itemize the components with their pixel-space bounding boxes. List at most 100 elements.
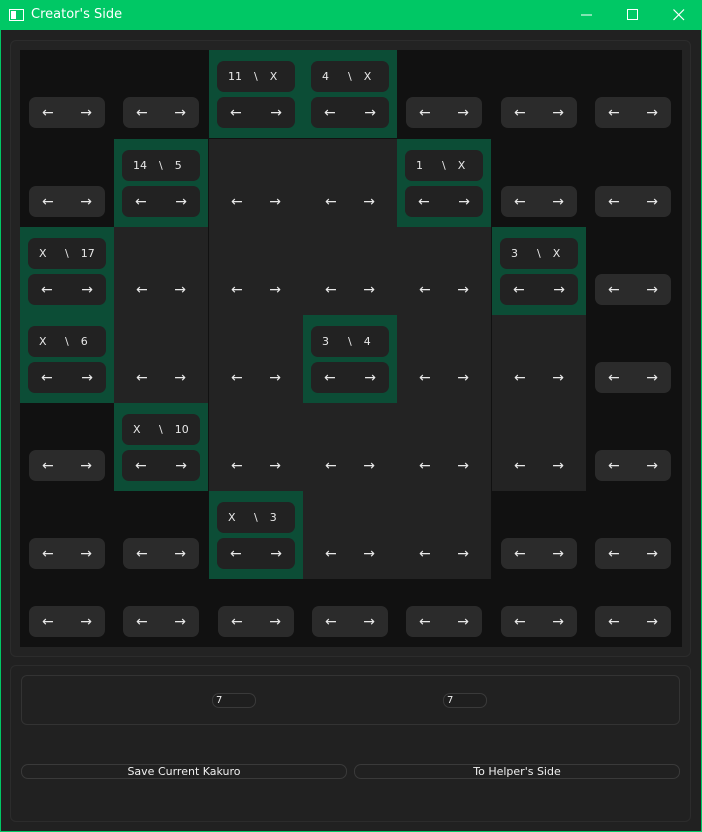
clue-values-button[interactable]: 4 \ X bbox=[311, 61, 389, 92]
columns-spinbox[interactable]: 7 bbox=[443, 693, 487, 708]
to-helper-side-button[interactable]: To Helper's Side bbox=[354, 764, 680, 779]
arrow-right-icon[interactable]: → bbox=[80, 458, 92, 474]
clue-values-button[interactable]: 11 \ X bbox=[217, 61, 295, 92]
arrow-right-icon[interactable]: → bbox=[269, 194, 281, 210]
clue-values-button[interactable]: 1 \ X bbox=[405, 150, 483, 181]
cell-type-switcher[interactable]: ← → bbox=[312, 186, 388, 217]
arrow-left-icon[interactable]: ← bbox=[325, 194, 337, 210]
cell-type-switcher[interactable]: ← → bbox=[218, 274, 294, 305]
arrow-left-icon[interactable]: ← bbox=[608, 105, 620, 121]
cell-type-switcher[interactable]: ← → bbox=[29, 186, 105, 217]
arrow-right-icon[interactable]: → bbox=[457, 458, 469, 474]
arrow-left-icon[interactable]: ← bbox=[136, 546, 148, 562]
cell-type-switcher[interactable]: ← → bbox=[218, 362, 294, 393]
arrow-left-icon[interactable]: ← bbox=[231, 614, 243, 630]
cell-type-switcher[interactable]: ← → bbox=[312, 450, 388, 481]
arrow-left-icon[interactable]: ← bbox=[418, 194, 430, 210]
minimize-button[interactable] bbox=[564, 0, 610, 30]
arrow-right-icon[interactable]: → bbox=[646, 194, 658, 210]
arrow-left-icon[interactable]: ← bbox=[513, 282, 525, 298]
arrow-left-icon[interactable]: ← bbox=[231, 458, 243, 474]
cell-type-switcher[interactable]: ← → bbox=[28, 274, 106, 305]
maximize-button[interactable] bbox=[610, 0, 656, 30]
arrow-right-icon[interactable]: → bbox=[269, 282, 281, 298]
arrow-left-icon[interactable]: ← bbox=[42, 194, 54, 210]
arrow-left-icon[interactable]: ← bbox=[42, 105, 54, 121]
arrow-left-icon[interactable]: ← bbox=[514, 194, 526, 210]
arrow-left-icon[interactable]: ← bbox=[42, 614, 54, 630]
cell-type-switcher[interactable]: ← → bbox=[595, 538, 671, 569]
arrow-left-icon[interactable]: ← bbox=[419, 370, 431, 386]
arrow-right-icon[interactable]: → bbox=[552, 370, 564, 386]
cell-type-switcher[interactable]: ← → bbox=[406, 274, 482, 305]
cell-type-switcher[interactable]: ← → bbox=[28, 362, 106, 393]
arrow-left-icon[interactable]: ← bbox=[135, 458, 147, 474]
arrow-left-icon[interactable]: ← bbox=[608, 614, 620, 630]
cell-type-switcher[interactable]: ← → bbox=[312, 606, 388, 637]
arrow-right-icon[interactable]: → bbox=[269, 614, 281, 630]
arrow-right-icon[interactable]: → bbox=[363, 614, 375, 630]
arrow-left-icon[interactable]: ← bbox=[514, 546, 526, 562]
cell-type-switcher[interactable]: ← → bbox=[29, 538, 105, 569]
cell-type-switcher[interactable]: ← → bbox=[501, 538, 577, 569]
arrow-right-icon[interactable]: → bbox=[646, 546, 658, 562]
cell-type-switcher[interactable]: ← → bbox=[595, 606, 671, 637]
arrow-right-icon[interactable]: → bbox=[81, 282, 93, 298]
cell-type-switcher[interactable]: ← → bbox=[595, 186, 671, 217]
arrow-left-icon[interactable]: ← bbox=[136, 105, 148, 121]
arrow-left-icon[interactable]: ← bbox=[324, 105, 336, 121]
arrow-left-icon[interactable]: ← bbox=[136, 282, 148, 298]
arrow-left-icon[interactable]: ← bbox=[419, 546, 431, 562]
cell-type-switcher[interactable]: ← → bbox=[500, 274, 578, 305]
arrow-left-icon[interactable]: ← bbox=[42, 458, 54, 474]
arrow-left-icon[interactable]: ← bbox=[135, 194, 147, 210]
cell-type-switcher[interactable]: ← → bbox=[406, 450, 482, 481]
arrow-left-icon[interactable]: ← bbox=[325, 614, 337, 630]
cell-type-switcher[interactable]: ← → bbox=[311, 97, 389, 128]
arrow-left-icon[interactable]: ← bbox=[514, 105, 526, 121]
cell-type-switcher[interactable]: ← → bbox=[123, 97, 199, 128]
arrow-right-icon[interactable]: → bbox=[552, 105, 564, 121]
cell-type-switcher[interactable]: ← → bbox=[217, 97, 295, 128]
arrow-right-icon[interactable]: → bbox=[364, 370, 376, 386]
arrow-right-icon[interactable]: → bbox=[269, 370, 281, 386]
cell-type-switcher[interactable]: ← → bbox=[405, 186, 483, 217]
cell-type-switcher[interactable]: ← → bbox=[218, 606, 294, 637]
arrow-right-icon[interactable]: → bbox=[363, 458, 375, 474]
arrow-left-icon[interactable]: ← bbox=[41, 282, 53, 298]
cell-type-switcher[interactable]: ← → bbox=[29, 450, 105, 481]
arrow-left-icon[interactable]: ← bbox=[608, 282, 620, 298]
arrow-right-icon[interactable]: → bbox=[364, 105, 376, 121]
arrow-left-icon[interactable]: ← bbox=[514, 614, 526, 630]
arrow-left-icon[interactable]: ← bbox=[419, 614, 431, 630]
cell-type-switcher[interactable]: ← → bbox=[595, 362, 671, 393]
cell-type-switcher[interactable]: ← → bbox=[406, 606, 482, 637]
arrow-right-icon[interactable]: → bbox=[363, 282, 375, 298]
arrow-right-icon[interactable]: → bbox=[458, 194, 470, 210]
cell-type-switcher[interactable]: ← → bbox=[123, 362, 199, 393]
arrow-left-icon[interactable]: ← bbox=[608, 194, 620, 210]
arrow-right-icon[interactable]: → bbox=[175, 194, 187, 210]
arrow-left-icon[interactable]: ← bbox=[325, 282, 337, 298]
arrow-left-icon[interactable]: ← bbox=[231, 194, 243, 210]
cell-type-switcher[interactable]: ← → bbox=[218, 186, 294, 217]
arrow-right-icon[interactable]: → bbox=[174, 105, 186, 121]
arrow-left-icon[interactable]: ← bbox=[419, 458, 431, 474]
cell-type-switcher[interactable]: ← → bbox=[123, 274, 199, 305]
arrow-right-icon[interactable]: → bbox=[552, 194, 564, 210]
arrow-right-icon[interactable]: → bbox=[646, 458, 658, 474]
cell-type-switcher[interactable]: ← → bbox=[29, 97, 105, 128]
cell-type-switcher[interactable]: ← → bbox=[501, 450, 577, 481]
cell-type-switcher[interactable]: ← → bbox=[217, 538, 295, 569]
arrow-left-icon[interactable]: ← bbox=[136, 370, 148, 386]
arrow-right-icon[interactable]: → bbox=[457, 105, 469, 121]
arrow-right-icon[interactable]: → bbox=[270, 105, 282, 121]
arrow-left-icon[interactable]: ← bbox=[608, 458, 620, 474]
arrow-right-icon[interactable]: → bbox=[175, 458, 187, 474]
cell-type-switcher[interactable]: ← → bbox=[595, 450, 671, 481]
clue-values-button[interactable]: 3 \ 4 bbox=[311, 326, 389, 357]
cell-type-switcher[interactable]: ← → bbox=[501, 606, 577, 637]
arrow-right-icon[interactable]: → bbox=[363, 546, 375, 562]
arrow-right-icon[interactable]: → bbox=[553, 282, 565, 298]
cell-type-switcher[interactable]: ← → bbox=[312, 538, 388, 569]
